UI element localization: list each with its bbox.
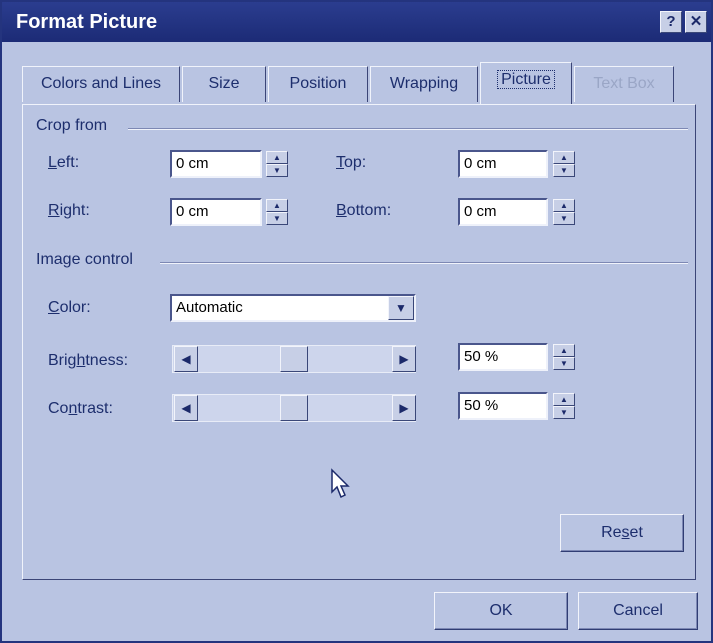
contrast-slider-thumb[interactable]	[280, 395, 308, 421]
spin-down-icon[interactable]: ▼	[553, 212, 575, 225]
crop-section-label: Crop from	[36, 117, 116, 135]
dialog-title: Format Picture	[16, 11, 158, 33]
crop-left-spinner[interactable]: ▲ ▼	[266, 151, 288, 177]
arrow-right-icon[interactable]: ▶	[392, 346, 416, 372]
spin-up-icon[interactable]: ▲	[553, 151, 575, 164]
tab-label: Picture	[497, 70, 555, 89]
spin-up-icon[interactable]: ▲	[266, 151, 288, 164]
format-picture-dialog: Format Picture ? ✕ Colors and Lines Size…	[0, 0, 713, 643]
brightness-label: Brightness:	[48, 352, 129, 369]
tab-colors-and-lines[interactable]: Colors and Lines	[22, 66, 180, 102]
spin-up-icon[interactable]: ▲	[553, 199, 575, 212]
ok-button[interactable]: OK	[434, 592, 568, 630]
image-control-separator	[160, 262, 688, 264]
spin-down-icon[interactable]: ▼	[553, 164, 575, 177]
brightness-slider-thumb[interactable]	[280, 346, 308, 372]
help-button[interactable]: ?	[660, 11, 682, 33]
crop-right-spinner[interactable]: ▲ ▼	[266, 199, 288, 225]
close-button[interactable]: ✕	[685, 11, 707, 33]
mouse-pointer-icon	[331, 468, 350, 499]
tab-position[interactable]: Position	[268, 66, 368, 102]
contrast-label: Contrast:	[48, 400, 113, 417]
crop-right-input[interactable]: 0 cm	[170, 198, 262, 226]
top-label: Top:	[336, 154, 367, 171]
image-control-section-label: Image control	[36, 251, 141, 269]
spin-down-icon[interactable]: ▼	[553, 406, 575, 419]
tab-size[interactable]: Size	[182, 66, 266, 102]
spin-down-icon[interactable]: ▼	[266, 212, 288, 225]
contrast-spinner[interactable]: ▲ ▼	[553, 393, 575, 419]
arrow-right-icon[interactable]: ▶	[392, 395, 416, 421]
tab-wrapping[interactable]: Wrapping	[370, 66, 478, 102]
spin-up-icon[interactable]: ▲	[266, 199, 288, 212]
tab-picture[interactable]: Picture	[480, 62, 572, 104]
crop-left-input[interactable]: 0 cm	[170, 150, 262, 178]
tab-text-box: Text Box	[574, 66, 674, 102]
crop-bottom-spinner[interactable]: ▲ ▼	[553, 199, 575, 225]
right-label: Right:	[48, 202, 90, 219]
crop-separator	[128, 128, 688, 130]
reset-button[interactable]: Reset	[560, 514, 684, 552]
tab-label: Colors and Lines	[40, 75, 162, 92]
brightness-input[interactable]: 50 %	[458, 343, 548, 371]
arrow-left-icon[interactable]: ◀	[174, 346, 198, 372]
crop-top-input[interactable]: 0 cm	[458, 150, 548, 178]
brightness-spinner[interactable]: ▲ ▼	[553, 344, 575, 370]
spin-up-icon[interactable]: ▲	[553, 393, 575, 406]
crop-top-spinner[interactable]: ▲ ▼	[553, 151, 575, 177]
crop-bottom-input[interactable]: 0 cm	[458, 198, 548, 226]
tab-label: Wrapping	[389, 75, 459, 92]
arrow-left-icon[interactable]: ◀	[174, 395, 198, 421]
cancel-button[interactable]: Cancel	[578, 592, 698, 630]
bottom-label: Bottom:	[336, 202, 392, 219]
title-bar[interactable]: Format Picture ? ✕	[2, 2, 711, 42]
chevron-down-icon[interactable]: ▼	[388, 296, 414, 320]
contrast-input[interactable]: 50 %	[458, 392, 548, 420]
tab-label: Text Box	[593, 75, 655, 92]
spin-up-icon[interactable]: ▲	[553, 344, 575, 357]
color-select[interactable]: Automatic	[170, 294, 416, 322]
left-label: Left:	[48, 154, 80, 171]
tab-label: Position	[289, 75, 347, 92]
spin-down-icon[interactable]: ▼	[553, 357, 575, 370]
picture-panel	[22, 104, 696, 580]
spin-down-icon[interactable]: ▼	[266, 164, 288, 177]
color-label: Color:	[48, 299, 91, 316]
tab-label: Size	[208, 75, 240, 92]
